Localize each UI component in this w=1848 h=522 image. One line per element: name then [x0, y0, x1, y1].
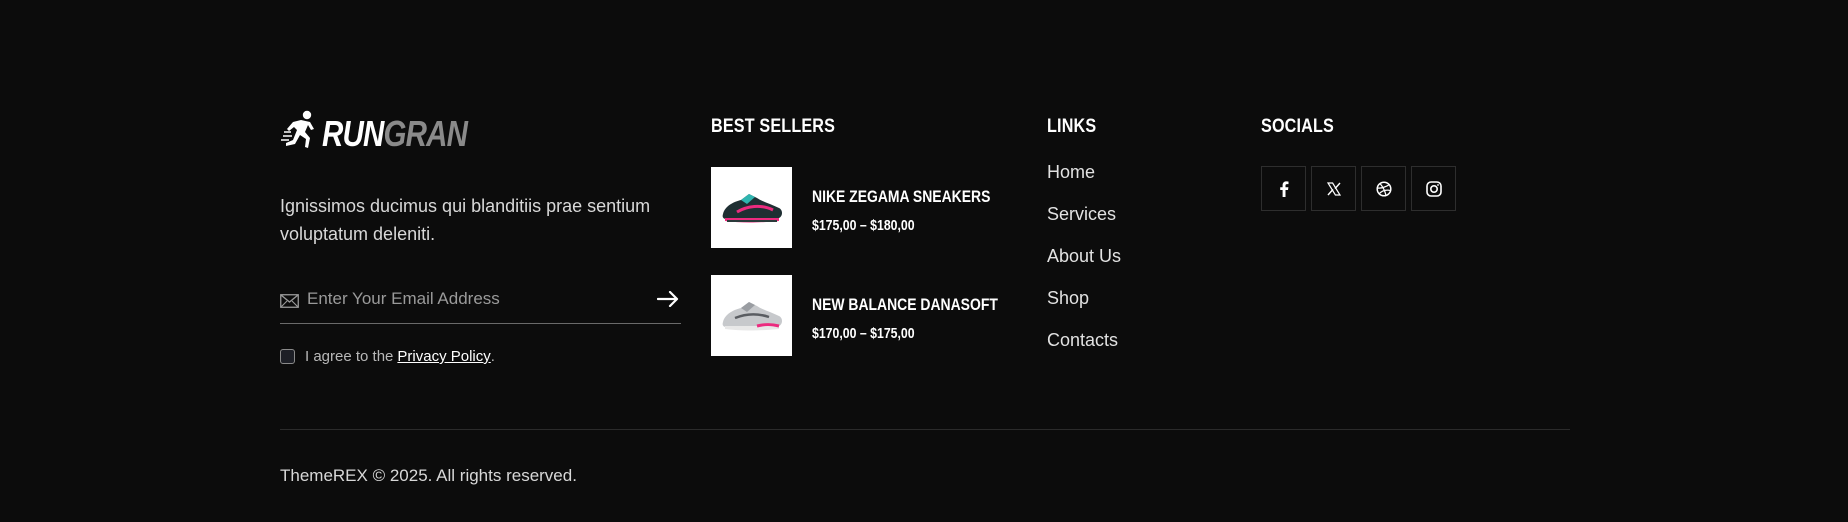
brand-word-gran: GRAN: [383, 113, 468, 154]
subscribe-submit-button[interactable]: [655, 286, 681, 312]
site-footer: RUNGRAN Ignissimos ducimus qui blanditii…: [0, 0, 1848, 522]
brand-wordmark: RUNGRAN: [322, 113, 468, 155]
sneaker-image-icon: [722, 193, 782, 222]
instagram-button[interactable]: [1411, 166, 1456, 211]
sneaker-image-icon: [722, 301, 782, 330]
arrow-right-icon: [657, 291, 679, 307]
email-input[interactable]: [307, 284, 655, 314]
footer-link-home[interactable]: Home: [1047, 160, 1121, 202]
newsletter-form: [280, 275, 681, 324]
product-card[interactable]: NEW BALANCE DANASOFT $170,00 – $175,00: [711, 275, 1039, 356]
facebook-button[interactable]: [1261, 166, 1306, 211]
footer-link-about-us[interactable]: About Us: [1047, 244, 1121, 286]
dribbble-icon: [1375, 180, 1392, 197]
product-price: $175,00 – $180,00: [812, 217, 915, 234]
dribbble-button[interactable]: [1361, 166, 1406, 211]
x-twitter-icon: [1326, 181, 1341, 196]
privacy-consent-label: I agree to the: [305, 348, 394, 365]
brand-word-run: RUN: [322, 113, 384, 154]
runner-logo-icon: [281, 110, 314, 148]
instagram-icon: [1425, 180, 1442, 197]
copyright-text: ThemeREX © 2025. All rights reserved.: [280, 466, 577, 485]
links-heading: LINKS: [1047, 116, 1097, 137]
product-name[interactable]: NEW BALANCE DANASOFT: [812, 295, 998, 315]
footer-link-contacts[interactable]: Contacts: [1047, 328, 1121, 370]
socials-heading: SOCIALS: [1261, 116, 1334, 137]
product-name[interactable]: NIKE ZEGAMA SNEAKERS: [812, 187, 990, 207]
privacy-consent-suffix: .: [490, 348, 495, 365]
product-info: NIKE ZEGAMA SNEAKERS $175,00 – $180,00: [812, 187, 1030, 234]
footer-link-shop[interactable]: Shop: [1047, 286, 1121, 328]
footer-link-services[interactable]: Services: [1047, 202, 1121, 244]
footer-divider: [280, 429, 1570, 430]
footer-description: Ignissimos ducimus qui blanditiis prae s…: [280, 196, 651, 244]
brand-logo[interactable]: RUNGRAN: [280, 110, 499, 158]
product-card[interactable]: NIKE ZEGAMA SNEAKERS $175,00 – $180,00: [711, 167, 1030, 248]
best-sellers-heading: BEST SELLERS: [711, 116, 836, 137]
product-price: $170,00 – $175,00: [812, 325, 915, 342]
social-buttons: [1261, 166, 1456, 211]
product-info: NEW BALANCE DANASOFT $170,00 – $175,00: [812, 295, 1039, 342]
envelope-icon: [280, 294, 299, 308]
privacy-consent: I agree to the Privacy Policy.: [280, 348, 495, 365]
facebook-icon: [1279, 180, 1288, 197]
product-thumbnail[interactable]: [711, 275, 792, 356]
footer-links-list: Home Services About Us Shop Contacts: [1047, 160, 1121, 370]
product-thumbnail[interactable]: [711, 167, 792, 248]
privacy-policy-link[interactable]: Privacy Policy: [397, 348, 490, 365]
x-twitter-button[interactable]: [1311, 166, 1356, 211]
privacy-checkbox[interactable]: [280, 349, 295, 364]
